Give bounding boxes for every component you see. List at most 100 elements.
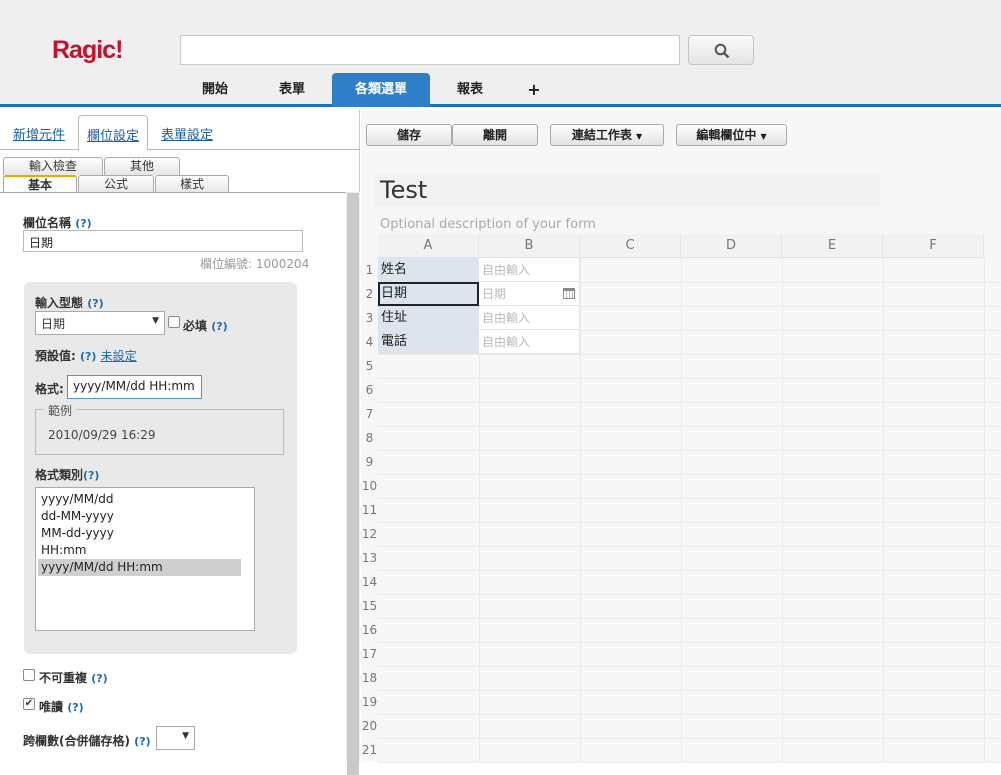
- column-header[interactable]: D: [681, 234, 782, 258]
- column-header[interactable]: E: [782, 234, 883, 258]
- app-logo[interactable]: Ragic!: [52, 36, 123, 65]
- grid-line: [378, 402, 1001, 403]
- calendar-icon[interactable]: [563, 288, 575, 299]
- row-header[interactable]: 2: [361, 282, 378, 306]
- search-button[interactable]: [688, 35, 754, 65]
- column-header[interactable]: B: [479, 234, 580, 258]
- label-cell[interactable]: 住址: [378, 306, 479, 330]
- grid-line: [378, 474, 1001, 475]
- row-header[interactable]: 9: [361, 450, 378, 474]
- default-value-link[interactable]: 未設定: [101, 349, 137, 363]
- label-cell[interactable]: 日期: [378, 282, 479, 306]
- help-link[interactable]: (?): [211, 320, 227, 333]
- spreadsheet-grid[interactable]: A B C D E F 1 2 3 4 5 6 7 8 9 10 11 12 13 14 15 16 17 18 19 20 21 姓…: [361, 234, 1001, 763]
- unique-checkbox[interactable]: [23, 669, 35, 681]
- row-header[interactable]: 12: [361, 522, 378, 546]
- column-header[interactable]: C: [580, 234, 681, 258]
- tab-menus[interactable]: 各類選單: [332, 73, 430, 107]
- format-option-selected[interactable]: yyyy/MM/dd HH:mm: [38, 559, 241, 576]
- grid-line: [681, 258, 682, 762]
- row-header[interactable]: 15: [361, 594, 378, 618]
- subtab-formula[interactable]: 公式: [78, 175, 154, 193]
- help-link[interactable]: (?): [80, 350, 96, 363]
- tab-new-element[interactable]: 新增元件: [13, 124, 65, 143]
- row-header[interactable]: 21: [361, 738, 378, 762]
- grid-line: [378, 546, 1001, 547]
- colspan-select[interactable]: ▼: [156, 726, 195, 750]
- format-input[interactable]: yyyy/MM/dd HH:mm: [67, 375, 202, 399]
- add-tab-button[interactable]: +: [520, 73, 548, 107]
- editing-mode-button[interactable]: 編輯欄位中 ▼: [676, 124, 787, 146]
- label-cell[interactable]: 姓名: [378, 258, 479, 282]
- row-header[interactable]: 17: [361, 642, 378, 666]
- help-link[interactable]: (?): [134, 735, 150, 748]
- subtab-other[interactable]: 其他: [104, 157, 180, 175]
- tab-field-settings[interactable]: 欄位設定: [78, 115, 149, 151]
- column-header[interactable]: F: [883, 234, 984, 258]
- grid-line: [378, 570, 1001, 571]
- row-header[interactable]: 10: [361, 474, 378, 498]
- row-header[interactable]: 1: [361, 258, 378, 282]
- help-link[interactable]: (?): [67, 701, 83, 714]
- label-cell[interactable]: 電話: [378, 330, 479, 354]
- tab-forms[interactable]: 表單: [262, 73, 322, 107]
- row-header[interactable]: 3: [361, 306, 378, 330]
- help-link[interactable]: (?): [75, 217, 91, 230]
- grid-line: [378, 618, 1001, 619]
- format-option[interactable]: dd-MM-yyyy: [36, 508, 239, 525]
- help-link[interactable]: (?): [83, 469, 99, 482]
- row-header[interactable]: 14: [361, 570, 378, 594]
- grid-line: [378, 714, 1001, 715]
- readonly-checkbox[interactable]: ✔: [23, 698, 35, 710]
- grid-line: [378, 498, 1001, 499]
- row-header[interactable]: 19: [361, 690, 378, 714]
- grid-line: [378, 450, 1001, 451]
- format-option[interactable]: yyyy/MM/dd: [36, 491, 239, 508]
- grid-line: [378, 666, 1001, 667]
- form-title[interactable]: Test: [380, 176, 427, 204]
- leave-button[interactable]: 離開: [452, 124, 538, 146]
- row-header[interactable]: 5: [361, 354, 378, 378]
- row-header[interactable]: 18: [361, 666, 378, 690]
- subtab-basic[interactable]: 基本: [3, 175, 77, 193]
- top-bar: Ragic! 開始 表單 各類選單 報表 +: [0, 0, 1001, 107]
- link-sheet-button[interactable]: 連結工作表 ▼: [550, 124, 664, 146]
- help-link[interactable]: (?): [87, 297, 103, 310]
- format-types-list[interactable]: yyyy/MM/dd dd-MM-yyyy MM-dd-yyyy HH:mm y…: [35, 487, 255, 631]
- save-button[interactable]: 儲存: [366, 124, 452, 146]
- field-name-input[interactable]: 日期: [23, 230, 303, 252]
- panel-tabs: 新增元件 欄位設定 表單設定: [0, 110, 360, 151]
- value-cell[interactable]: 自由輸入: [479, 258, 580, 282]
- field-settings-panel: 新增元件 欄位設定 表單設定 輸入檢查 其他 基本 公式 樣式 欄位名稱 (?)…: [0, 110, 360, 775]
- format-option[interactable]: HH:mm: [36, 542, 239, 559]
- required-label: 必填 (?): [183, 319, 228, 333]
- help-link[interactable]: (?): [91, 672, 107, 685]
- row-header[interactable]: 4: [361, 330, 378, 354]
- row-header[interactable]: 8: [361, 426, 378, 450]
- tab-reports[interactable]: 報表: [440, 73, 500, 107]
- tab-form-settings[interactable]: 表單設定: [161, 124, 213, 143]
- row-header[interactable]: 6: [361, 378, 378, 402]
- search-input[interactable]: [180, 35, 680, 65]
- colspan-label: 跨欄數(合併儲存格) (?): [23, 734, 151, 748]
- default-value-label: 預設值: (?) 未設定: [35, 349, 137, 363]
- row-header[interactable]: 20: [361, 714, 378, 738]
- grid-line: [580, 258, 581, 762]
- scrollbar-thumb[interactable]: [347, 193, 359, 775]
- column-header[interactable]: A: [378, 234, 479, 258]
- row-header[interactable]: 11: [361, 498, 378, 522]
- subtab-validation[interactable]: 輸入檢查: [3, 157, 103, 175]
- grid-line: [378, 762, 1001, 763]
- value-cell[interactable]: 自由輸入: [479, 306, 580, 330]
- value-cell[interactable]: 自由輸入: [479, 330, 580, 354]
- row-header[interactable]: 13: [361, 546, 378, 570]
- tab-start[interactable]: 開始: [185, 73, 245, 107]
- row-header[interactable]: 7: [361, 402, 378, 426]
- input-type-select[interactable]: 日期 ▼: [35, 311, 165, 335]
- format-option[interactable]: MM-dd-yyyy: [36, 525, 239, 542]
- form-description[interactable]: Optional description of your form: [380, 217, 596, 232]
- grid-line: [984, 258, 985, 762]
- row-header[interactable]: 16: [361, 618, 378, 642]
- subtab-style[interactable]: 樣式: [155, 175, 229, 193]
- required-checkbox[interactable]: [168, 316, 180, 328]
